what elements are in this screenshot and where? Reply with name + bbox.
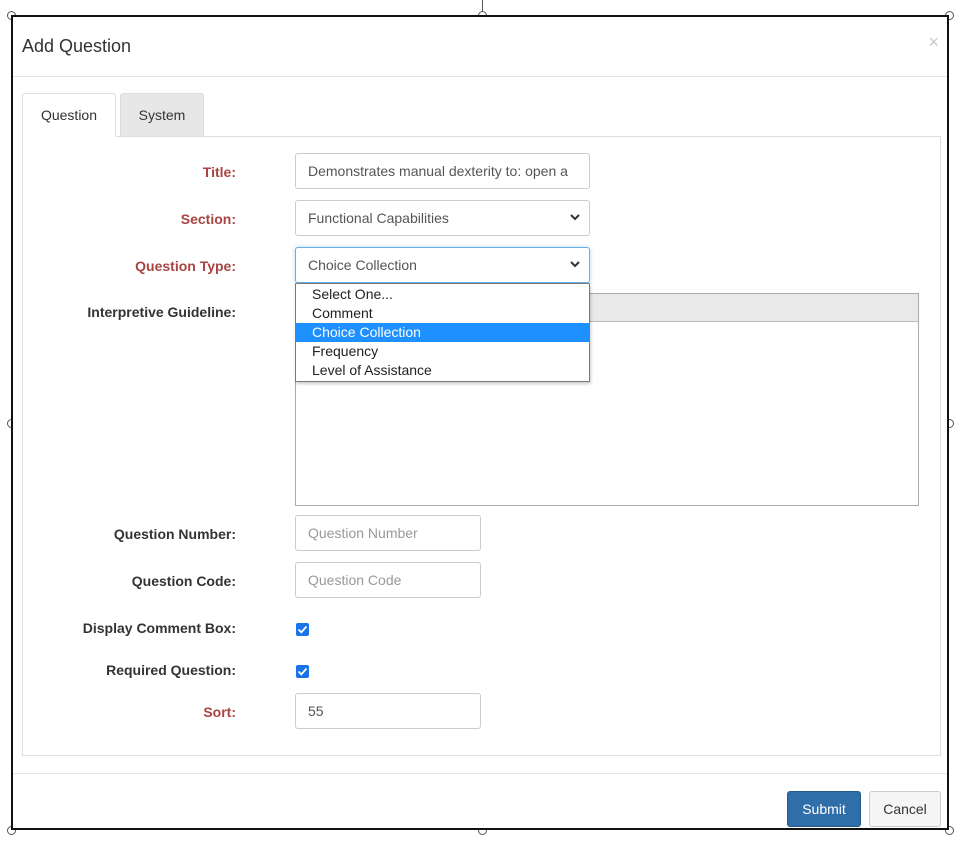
section-select-value: Functional Capabilities — [308, 210, 449, 226]
dialog-footer: Submit Cancel — [13, 773, 947, 830]
dialog-title: Add Question — [22, 36, 132, 56]
tab-system[interactable]: System — [120, 93, 204, 137]
dialog-header: Add Question × — [13, 17, 947, 77]
add-question-dialog: Add Question × Question System Title: De… — [11, 15, 949, 830]
submit-button[interactable]: Submit — [787, 791, 861, 827]
question-type-select-value: Choice Collection — [308, 257, 417, 273]
question-number-input[interactable]: Question Number — [295, 515, 481, 551]
chevron-down-icon — [570, 261, 580, 268]
question-type-label: Question Type: — [135, 258, 236, 274]
check-icon — [297, 625, 308, 634]
close-icon[interactable]: × — [928, 33, 939, 51]
option-level-of-assistance[interactable]: Level of Assistance — [296, 361, 589, 380]
option-choice-collection[interactable]: Choice Collection — [296, 323, 589, 342]
option-select-one[interactable]: Select One... — [296, 285, 589, 304]
sort-input[interactable]: 55 — [295, 693, 481, 729]
cancel-button[interactable]: Cancel — [869, 791, 941, 827]
option-frequency[interactable]: Frequency — [296, 342, 589, 361]
question-code-label: Question Code: — [131, 573, 236, 589]
display-comment-box-label: Display Comment Box: — [82, 620, 236, 636]
title-label: Title: — [202, 164, 236, 180]
question-type-dropdown: Select One... Comment Choice Collection … — [295, 283, 590, 382]
required-question-label: Required Question: — [106, 662, 236, 678]
question-type-select[interactable]: Choice Collection — [295, 247, 590, 283]
section-label: Section: — [180, 211, 236, 227]
option-comment[interactable]: Comment — [296, 304, 589, 323]
question-code-input[interactable]: Question Code — [295, 562, 481, 598]
section-select[interactable]: Functional Capabilities — [295, 200, 590, 236]
interpretive-guideline-label: Interpretive Guideline: — [87, 304, 236, 320]
required-question-checkbox[interactable] — [296, 665, 309, 678]
sort-label: Sort: — [203, 704, 236, 720]
display-comment-box-checkbox[interactable] — [296, 623, 309, 636]
question-number-label: Question Number: — [113, 526, 236, 542]
check-icon — [297, 667, 308, 676]
title-input[interactable]: Demonstrates manual dexterity to: open a — [295, 153, 590, 189]
question-tab-panel: Title: Demonstrates manual dexterity to:… — [22, 136, 941, 756]
tab-question[interactable]: Question — [22, 93, 116, 137]
chevron-down-icon — [570, 214, 580, 221]
